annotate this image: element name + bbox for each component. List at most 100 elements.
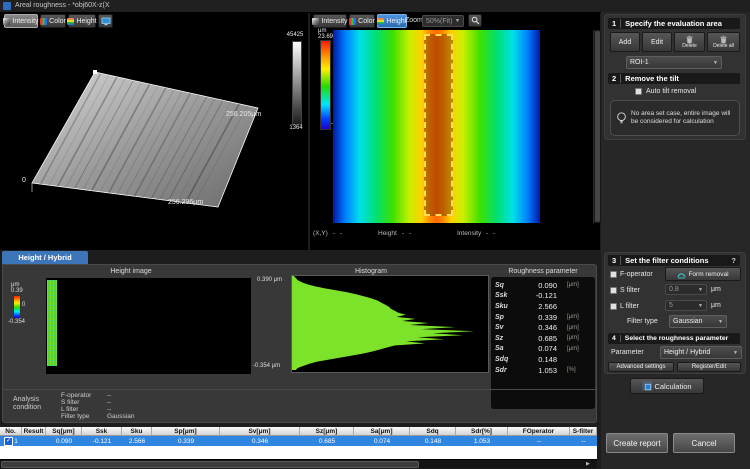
s-filter-label: S filter bbox=[620, 287, 640, 294]
height-mini-colorbar bbox=[13, 295, 21, 319]
section4-header: 4 Select the roughness parameter bbox=[608, 333, 740, 344]
table-cell: 0.090 bbox=[46, 436, 82, 446]
table-header-row: No.ResultSq[μm]SskSkuSp[μm]Sv[μm]Sz[μm]S… bbox=[0, 427, 597, 436]
height-icon bbox=[67, 18, 74, 25]
table-col-header[interactable]: Sz[μm] bbox=[300, 427, 354, 436]
tab-height-hybrid[interactable]: Height / Hybrid bbox=[2, 251, 88, 264]
analysis-panel-body: Height image μm 0.39 0 -0.354 Histogram … bbox=[2, 264, 597, 423]
color-icon bbox=[349, 18, 356, 25]
table-col-header[interactable]: Sp[μm] bbox=[152, 427, 220, 436]
3d-display-icon bbox=[101, 17, 111, 26]
color-icon bbox=[40, 18, 47, 25]
table-col-header[interactable]: Sv[μm] bbox=[220, 427, 300, 436]
table-cell bbox=[22, 436, 46, 446]
left-height-button[interactable]: Height bbox=[68, 14, 96, 28]
intensity-icon bbox=[312, 18, 319, 25]
histogram-plot bbox=[291, 275, 489, 373]
analysis-panel: Height / Hybrid Height image μm 0.39 0 -… bbox=[0, 250, 600, 427]
table-col-header[interactable]: S-filter bbox=[570, 427, 597, 436]
left-color-button[interactable]: Color bbox=[40, 14, 66, 28]
analysis-condition-row: L filter-- bbox=[61, 406, 261, 413]
cursor-pos-x: - bbox=[333, 230, 335, 237]
vertical-scrollbar[interactable] bbox=[593, 30, 601, 223]
magnifier-button[interactable] bbox=[468, 14, 482, 27]
bulb-icon bbox=[616, 111, 627, 126]
histogram-max-label: 0.390 μm bbox=[257, 277, 282, 283]
row-checkbox[interactable]: ✓ bbox=[4, 437, 13, 446]
auto-tilt-checkbox[interactable] bbox=[635, 88, 642, 95]
scroll-right-arrow-icon[interactable]: ▶ bbox=[586, 461, 590, 467]
filter-type-select[interactable]: Gaussian ▼ bbox=[669, 315, 727, 328]
table-col-header[interactable]: Sdr[%] bbox=[456, 427, 508, 436]
table-col-header[interactable]: Result bbox=[22, 427, 46, 436]
analysis-condition-row: Filter typeGaussian bbox=[61, 413, 261, 420]
roi-select[interactable]: ROI-1 ▼ bbox=[626, 56, 722, 69]
table-cell: 0.148 bbox=[410, 436, 456, 446]
table-col-header[interactable]: FOperator bbox=[508, 427, 570, 436]
table-col-header[interactable]: Sa[μm] bbox=[354, 427, 410, 436]
form-removal-button[interactable]: Form removal bbox=[665, 267, 741, 281]
center-color-button[interactable]: Color bbox=[349, 14, 375, 28]
height-scale-zero: 0 bbox=[22, 302, 25, 308]
vertical-scrollbar-thumb[interactable] bbox=[595, 31, 600, 222]
3d-view-panel: 256.205μm 256.296μm 0 Intensity Color He… bbox=[0, 12, 308, 250]
3d-display-button[interactable] bbox=[98, 14, 113, 28]
cursor-height-v1: - bbox=[402, 230, 404, 237]
height-image-strip bbox=[47, 280, 57, 366]
s-filter-checkbox[interactable] bbox=[610, 287, 617, 294]
roughness-param-row: Sdr1.053[%] bbox=[491, 365, 595, 376]
roughness-param-row: Sdq0.148 bbox=[491, 354, 595, 365]
chevron-down-icon: ▼ bbox=[698, 287, 703, 293]
cursor-pos-label: (X,Y) bbox=[313, 230, 328, 237]
table-col-header[interactable]: Sq[μm] bbox=[46, 427, 82, 436]
table-col-header[interactable]: Ssk bbox=[82, 427, 122, 436]
parameter-select[interactable]: Height / Hybrid ▼ bbox=[660, 346, 742, 359]
section3-header: 3 Set the filter conditions ? bbox=[608, 255, 740, 266]
3d-surface-view[interactable]: 256.205μm 256.296μm 0 bbox=[0, 12, 308, 250]
table-cell: -0.121 bbox=[82, 436, 122, 446]
edit-button[interactable]: Edit bbox=[642, 32, 672, 52]
cancel-button[interactable]: Cancel bbox=[673, 433, 735, 453]
roughness-param-row: Ssk-0.121 bbox=[491, 291, 595, 302]
zoom-select[interactable]: 50%(Fit) ▼ bbox=[422, 15, 464, 27]
filter-type-label: Filter type bbox=[627, 318, 658, 325]
horizontal-scrollbar-thumb[interactable] bbox=[1, 461, 419, 468]
gray-colorbar bbox=[292, 41, 302, 125]
cursor-pos-y: - bbox=[340, 230, 342, 237]
height-image-canvas bbox=[46, 278, 251, 374]
roi-rectangle[interactable] bbox=[424, 34, 453, 216]
cursor-height-label: Height bbox=[378, 230, 397, 237]
table-cell: 1.053 bbox=[456, 436, 508, 446]
roughness-param-row: Sa0.074[μm] bbox=[491, 344, 595, 355]
delete-button[interactable]: Delete bbox=[674, 32, 705, 52]
calculation-button[interactable]: Calculation bbox=[630, 378, 704, 394]
l-filter-select[interactable]: 5 ▼ bbox=[665, 300, 707, 311]
cursor-intensity-label: Intensity bbox=[457, 230, 481, 237]
help-icon[interactable]: ? bbox=[731, 256, 736, 265]
horizontal-scrollbar[interactable]: ▶ bbox=[0, 459, 597, 468]
center-intensity-button[interactable]: Intensity bbox=[313, 14, 347, 28]
create-report-button[interactable]: Create report bbox=[606, 433, 668, 453]
cursor-intensity-v1: - bbox=[486, 230, 488, 237]
register-edit-button[interactable]: Register/Edit bbox=[677, 362, 741, 372]
table-cell: 0.685 bbox=[300, 436, 354, 446]
delete-all-button[interactable]: Delete all bbox=[707, 32, 740, 52]
f-operator-checkbox[interactable] bbox=[610, 271, 617, 278]
add-button[interactable]: Add bbox=[610, 32, 640, 52]
cursor-height-v2: - bbox=[409, 230, 411, 237]
f-operator-label: F-operator bbox=[620, 271, 653, 278]
table-col-header[interactable]: Sdq bbox=[410, 427, 456, 436]
table-row[interactable]: ✓10.090-0.1212.5660.3390.3460.6850.0740.… bbox=[0, 436, 597, 446]
left-intensity-button[interactable]: Intensity bbox=[4, 14, 38, 28]
hint-box: No area set case, entire image will be c… bbox=[610, 100, 740, 136]
center-height-button[interactable]: Height bbox=[377, 14, 407, 28]
chevron-down-icon: ▼ bbox=[733, 350, 738, 356]
advanced-settings-button[interactable]: Advanced settings bbox=[608, 362, 674, 372]
filter-conditions-panel: 3 Set the filter conditions ? F-operator… bbox=[604, 252, 746, 374]
s-filter-select[interactable]: 0.8 ▼ bbox=[665, 284, 707, 295]
roughness-param-row: Sz0.685[μm] bbox=[491, 333, 595, 344]
histogram-min-label: -0.354 μm bbox=[253, 363, 280, 369]
l-filter-checkbox[interactable] bbox=[610, 303, 617, 310]
table-col-header[interactable]: No. bbox=[0, 427, 22, 436]
table-col-header[interactable]: Sku bbox=[122, 427, 152, 436]
